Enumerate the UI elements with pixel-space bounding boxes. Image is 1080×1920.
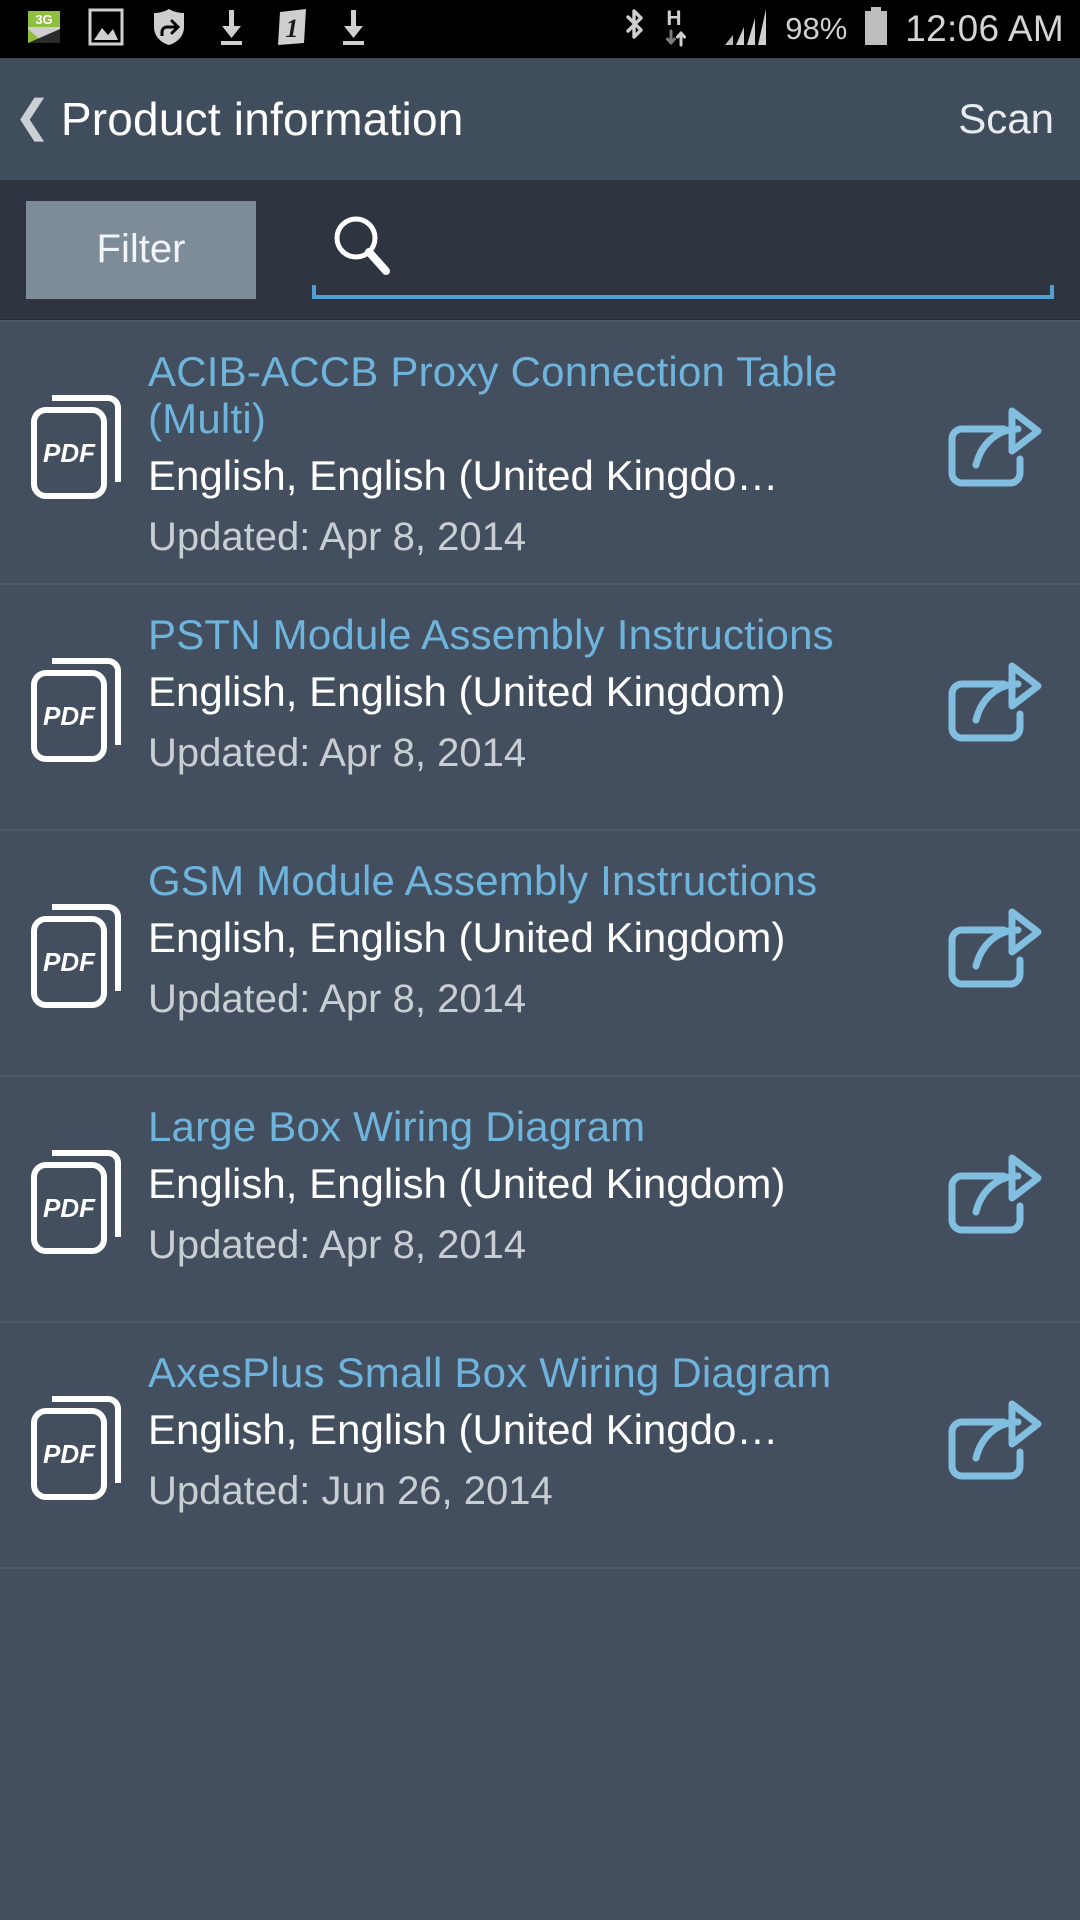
search-input[interactable] [312,200,1054,299]
share-icon[interactable] [942,662,1046,763]
download-icon [214,7,248,52]
status-bar-left-icons: 3G 1 [0,7,370,52]
list-bottom-divider [0,1567,1080,1570]
document-updated: Updated: Apr 8, 2014 [148,1223,527,1268]
document-updated: Updated: Apr 8, 2014 [148,515,527,560]
document-languages: English, English (United Kingdo… [148,451,779,499]
document-list: PDF ACIB-ACCB Proxy Connection Table (Mu… [0,320,1080,1570]
list-item[interactable]: PDF ACIB-ACCB Proxy Connection Table (Mu… [0,320,1080,583]
document-languages: English, English (United Kingdom) [148,1159,786,1207]
svg-text:PDF: PDF [43,1439,96,1469]
document-title[interactable]: Large Box Wiring Diagram [148,1103,916,1150]
bluetooth-icon [619,6,649,53]
back-chevron-icon[interactable]: ❮ [14,95,51,139]
filter-button[interactable]: Filter [26,200,256,299]
item-body: AxesPlus Small Box Wiring Diagram Englis… [148,1349,934,1515]
pdf-icon-cell: PDF [26,348,148,507]
item-body: GSM Module Assembly Instructions English… [148,857,934,1023]
3g-icon: 3G [26,9,62,50]
hspa-data-icon: H [663,5,707,54]
shield-sync-icon [150,7,188,52]
status-bar-clock: 12:06 AM [905,8,1064,49]
list-item[interactable]: PDF Large Box Wiring Diagram English, En… [0,1075,1080,1321]
share-icon[interactable] [942,1154,1046,1255]
pdf-icon-cell: PDF [26,1103,148,1262]
document-title[interactable]: GSM Module Assembly Instructions [148,857,916,904]
document-languages: English, English (United Kingdom) [148,667,786,715]
filter-search-toolbar: Filter [0,180,1080,320]
svg-text:1: 1 [286,14,299,43]
image-icon [88,8,124,51]
list-item[interactable]: PDF PSTN Module Assembly Instructions En… [0,583,1080,829]
item-body: Large Box Wiring Diagram English, Englis… [148,1103,934,1269]
svg-text:PDF: PDF [43,438,96,468]
share-icon[interactable] [942,908,1046,1009]
badge-one-icon: 1 [274,7,310,52]
battery-percent-label: 98% [785,11,848,46]
document-languages: English, English (United Kingdom) [148,913,786,961]
svg-text:3G: 3G [35,12,52,27]
pdf-icon-cell: PDF [26,1349,148,1508]
pdf-file-icon: PDF [26,639,132,770]
document-title[interactable]: AxesPlus Small Box Wiring Diagram [148,1349,916,1396]
filter-button-label: Filter [96,227,186,271]
svg-text:PDF: PDF [43,947,96,977]
signal-bars-icon [721,5,771,54]
status-bar-right-icons: H 98% 12:06 AM [619,0,1064,58]
pdf-file-icon: PDF [26,1377,132,1508]
pdf-file-icon: PDF [26,1131,132,1262]
svg-text:H: H [667,7,682,30]
scan-button[interactable]: Scan [958,95,1054,143]
share-icon[interactable] [942,407,1046,508]
share-cell[interactable] [934,401,1054,508]
share-icon[interactable] [942,1400,1046,1501]
list-item[interactable]: PDF AxesPlus Small Box Wiring Diagram En… [0,1321,1080,1567]
item-body: PSTN Module Assembly Instructions Englis… [148,611,934,777]
search-field-wrapper[interactable] [312,200,1054,299]
svg-text:PDF: PDF [43,1193,96,1223]
item-body: ACIB-ACCB Proxy Connection Table (Multi)… [148,348,934,561]
battery-icon [861,5,891,54]
share-cell[interactable] [934,1394,1054,1501]
document-title[interactable]: ACIB-ACCB Proxy Connection Table (Multi) [148,348,916,443]
pdf-file-icon: PDF [26,376,132,507]
search-underline [312,284,1054,299]
app-header: ❮ Product information Scan [0,58,1080,180]
document-title[interactable]: PSTN Module Assembly Instructions [148,611,916,658]
header-left-group[interactable]: ❮ Product information [14,92,464,146]
document-updated: Updated: Apr 8, 2014 [148,977,527,1022]
share-cell[interactable] [934,656,1054,763]
pdf-icon-cell: PDF [26,857,148,1016]
share-cell[interactable] [934,1148,1054,1255]
pdf-icon-cell: PDF [26,611,148,770]
download-icon [336,7,370,52]
svg-text:PDF: PDF [43,701,96,731]
document-updated: Updated: Jun 26, 2014 [148,1469,553,1514]
page-title: Product information [60,93,464,145]
share-cell[interactable] [934,902,1054,1009]
document-updated: Updated: Apr 8, 2014 [148,731,527,776]
list-item[interactable]: PDF GSM Module Assembly Instructions Eng… [0,829,1080,1075]
document-languages: English, English (United Kingdo… [148,1405,779,1453]
pdf-file-icon: PDF [26,885,132,1016]
status-bar: 3G 1 H 98% 12:06 AM [0,0,1080,58]
